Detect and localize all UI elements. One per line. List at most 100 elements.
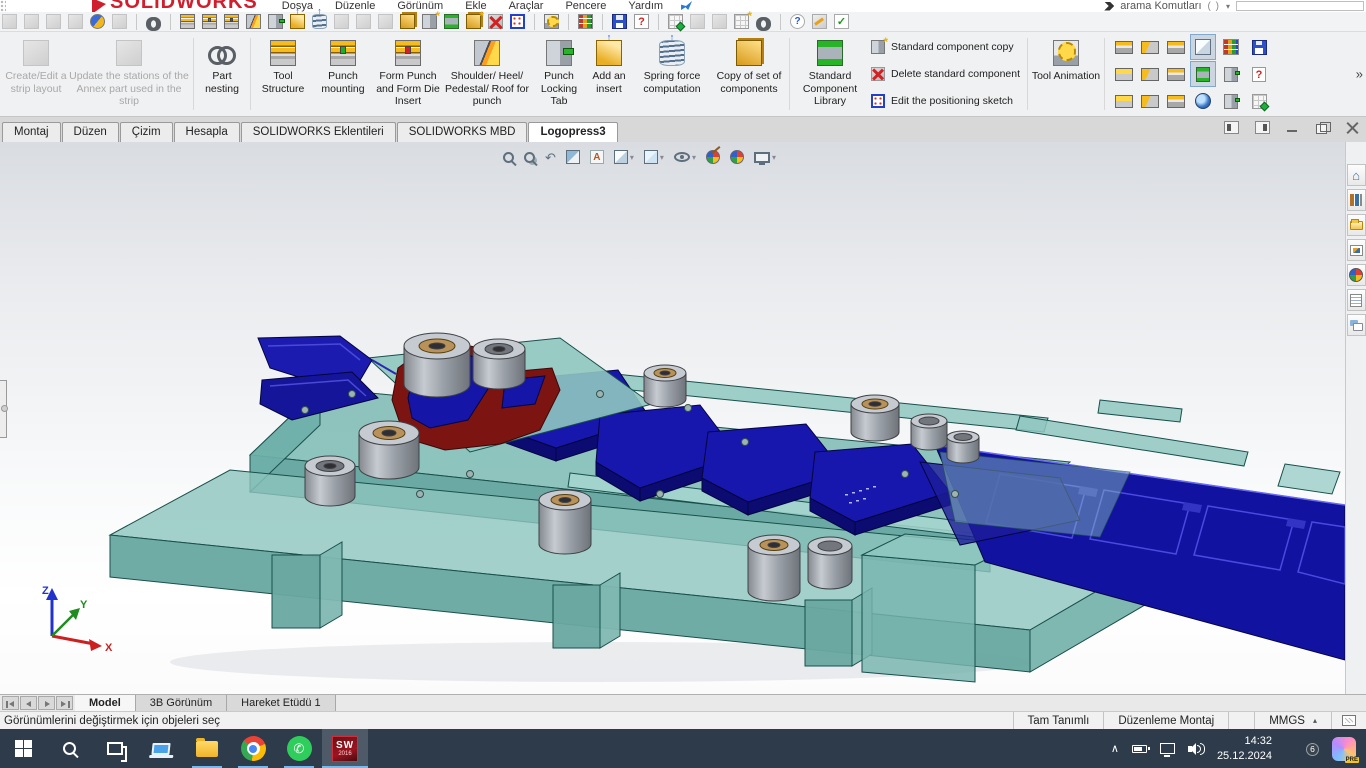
tool-structure-icon[interactable]: [180, 14, 195, 29]
restore-icon[interactable]: [1316, 122, 1330, 134]
close-icon[interactable]: [1346, 122, 1360, 134]
annotation-visibility-icon[interactable]: A: [590, 150, 604, 164]
ribbon-delete-standard-component[interactable]: Delete standard component: [871, 67, 1020, 81]
view-palette-icon[interactable]: [1347, 239, 1366, 261]
taskbar-clock[interactable]: 14:32 25.12.2024: [1217, 734, 1272, 763]
die-questions-doc-button[interactable]: [1246, 61, 1272, 87]
custom-properties-icon[interactable]: [1347, 289, 1366, 311]
spring-force-icon[interactable]: [312, 14, 327, 29]
standard-punch-button[interactable]: [1218, 61, 1244, 87]
tool-animation-icon[interactable]: [544, 14, 559, 29]
rotate-component-icon[interactable]: [90, 14, 105, 29]
tab-model[interactable]: Model: [75, 695, 136, 711]
3d-model[interactable]: Z X Y: [0, 142, 1345, 694]
zoom-to-area-icon[interactable]: [524, 152, 535, 163]
tab-solidworks-eklentileri[interactable]: SOLIDWORKS Eklentileri: [241, 122, 396, 142]
forum-icon[interactable]: [1347, 314, 1366, 336]
tab-hesapla[interactable]: Hesapla: [174, 122, 240, 142]
menu-araclar[interactable]: Araçlar: [509, 0, 544, 12]
tab-solidworks-mbd[interactable]: SOLIDWORKS MBD: [397, 122, 528, 142]
edit-component-appearance-button[interactable]: [1190, 61, 1216, 87]
expand-pane-right-icon[interactable]: [1255, 121, 1270, 134]
units-selector[interactable]: MMGS▴: [1254, 712, 1331, 729]
task-view-button[interactable]: [92, 729, 138, 768]
show-strip-up-button[interactable]: [1112, 61, 1136, 87]
annex-update-icon[interactable]: [356, 14, 371, 29]
delete-standard-component-icon[interactable]: [488, 14, 503, 29]
search-flyout-icon[interactable]: [1104, 2, 1114, 11]
view-orientation-cube-button[interactable]: [1190, 34, 1216, 60]
standard-component-move-icon[interactable]: [466, 14, 481, 29]
measure-tool-button[interactable]: [1164, 88, 1188, 114]
design-library-icon[interactable]: [1347, 189, 1366, 211]
die-documentation-icon[interactable]: [634, 14, 649, 29]
rollback-world-button[interactable]: [1190, 88, 1216, 114]
ribbon-shoulder-heel-pedestal[interactable]: Shoulder/ Heel/ Pedestal/ Roof for punch: [442, 34, 532, 114]
bom-table-icon[interactable]: [690, 14, 705, 29]
save-tool-icon[interactable]: [612, 14, 627, 29]
show-lower-die-button[interactable]: [1138, 34, 1162, 60]
feedback-icon[interactable]: [681, 1, 692, 10]
insert-component-icon[interactable]: [2, 14, 17, 29]
battery-icon[interactable]: [1132, 745, 1147, 753]
ribbon-tool-animation[interactable]: Tool Animation: [1031, 34, 1101, 114]
linear-component-pattern-icon[interactable]: [46, 14, 61, 29]
customize-icon[interactable]: [812, 14, 827, 29]
speaker-icon[interactable]: [1188, 743, 1204, 755]
first-tab-button[interactable]: [2, 696, 19, 710]
whats-new-icon[interactable]: [834, 14, 849, 29]
search-caret-icon[interactable]: ▾: [1226, 2, 1230, 11]
network-icon[interactable]: [1160, 743, 1175, 754]
taskbar-search-button[interactable]: [46, 729, 92, 768]
strip-colors-button[interactable]: [1218, 34, 1244, 60]
punch-mounting-icon[interactable]: [202, 14, 217, 29]
prev-tab-button[interactable]: [20, 696, 37, 710]
start-button[interactable]: [0, 729, 46, 768]
ribbon-punch-mounting[interactable]: Punch mounting: [312, 34, 374, 114]
tab-cizim[interactable]: Çizim: [120, 122, 173, 142]
hide-show-items-icon[interactable]: ▾: [674, 152, 696, 162]
strip-colors-icon[interactable]: [578, 14, 593, 29]
design-binder-icon[interactable]: [712, 14, 727, 29]
move-component-icon[interactable]: [112, 14, 127, 29]
tab-hareket-etudu[interactable]: Hareket Etüdü 1: [227, 695, 336, 711]
view-orientation-icon[interactable]: ▾: [614, 150, 634, 164]
home-icon[interactable]: ⌂: [1347, 164, 1366, 186]
solidworks-taskbar-button[interactable]: SW 2016: [322, 729, 368, 768]
tag-cell[interactable]: [1331, 712, 1366, 729]
help-icon[interactable]: [790, 14, 805, 29]
collapsed-feature-panel[interactable]: [0, 380, 7, 438]
whatsapp-button[interactable]: ✆: [276, 729, 322, 768]
search-input[interactable]: [1236, 1, 1364, 11]
ribbon-punch-locking-tab[interactable]: Punch Locking Tab: [532, 34, 586, 114]
last-tab-button[interactable]: [56, 696, 73, 710]
show-plates-button[interactable]: [1138, 88, 1162, 114]
ribbon-form-punch-die-insert[interactable]: Form Punch and Form Die Insert: [374, 34, 442, 114]
appearances-icon[interactable]: [1347, 264, 1366, 286]
tool-tables-button[interactable]: [1246, 88, 1272, 114]
add-insert-icon[interactable]: [290, 14, 305, 29]
show-die-closed-button[interactable]: [1112, 88, 1136, 114]
save-tool-data-button[interactable]: [1246, 34, 1272, 60]
tab-logopress3[interactable]: Logopress3: [528, 122, 617, 142]
ribbon-standard-component-library[interactable]: Standard Component Library: [793, 34, 867, 114]
chrome-button[interactable]: [230, 729, 276, 768]
graphics-viewport[interactable]: Z X Y ↶ A ▾ ▾ ▾ ▾ ⌂: [0, 142, 1366, 694]
show-both-dies-button[interactable]: [1164, 34, 1188, 60]
tab-duzen[interactable]: Düzen: [62, 122, 119, 142]
ribbon-add-insert[interactable]: Add an insert: [586, 34, 632, 114]
part-nesting-icon[interactable]: [146, 14, 161, 29]
standard-component-copy-icon[interactable]: [422, 14, 437, 29]
standard-punch-options-button[interactable]: [1218, 88, 1244, 114]
strip-layout-icon[interactable]: [334, 14, 349, 29]
display-style-icon[interactable]: ▾: [644, 150, 664, 164]
mate-icon[interactable]: [24, 14, 39, 29]
show-punches-button[interactable]: [1164, 61, 1188, 87]
copy-tool-icon[interactable]: [378, 14, 393, 29]
apply-scene-icon[interactable]: [730, 150, 744, 164]
ribbon-standard-component-copy[interactable]: Standard component copy: [871, 40, 1020, 54]
ribbon-edit-positioning-sketch[interactable]: Edit the positioning sketch: [871, 94, 1020, 108]
edit-positioning-sketch-icon[interactable]: [510, 14, 525, 29]
tab-3d-gorunum[interactable]: 3B Görünüm: [136, 695, 227, 711]
minimize-icon[interactable]: [1286, 122, 1300, 134]
